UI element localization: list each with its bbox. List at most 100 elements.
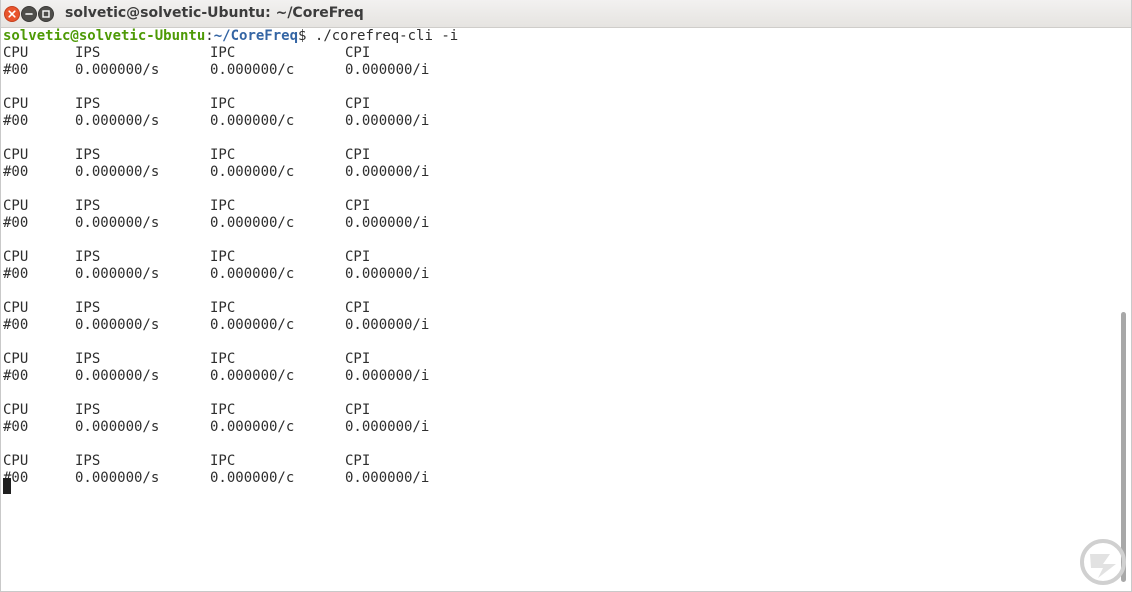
value-ips: 0.000000/s [75,368,160,384]
value-ipc: 0.000000/c [210,266,295,282]
header-row: CPU IPS IPC CPI [3,45,1115,62]
header-row: CPU IPS IPC CPI [3,300,1115,317]
output-block: CPU IPS IPC CPI #00 0.000000/s 0.000000/c 0.000… [3,45,1115,96]
header-cpi: CPI [345,453,371,469]
output-block: CPU IPS IPC CPI #00 0.000000/s 0.000000/c 0.000… [3,96,1115,147]
value-ips: 0.000000/s [75,317,160,333]
value-ips: 0.000000/s [75,62,160,78]
value-cpu: #00 [3,368,29,384]
header-cpu: CPU [3,45,29,61]
value-cpi: 0.000000/i [345,419,430,435]
header-ipc: IPC [210,351,236,367]
values-row: #00 0.000000/s 0.000000/c 0.000000/i [3,215,1115,232]
header-ipc: IPC [210,198,236,214]
values-row: #00 0.000000/s 0.000000/c 0.000000/i [3,470,1115,487]
terminal-cursor [3,478,11,494]
terminal-window: solvetic@solvetic-Ubuntu: ~/CoreFreq sol… [0,0,1132,592]
header-ips: IPS [75,300,101,316]
value-ips: 0.000000/s [75,470,160,486]
command-text: ./corefreq-cli -i [314,28,459,44]
header-ips: IPS [75,96,101,112]
header-row: CPU IPS IPC CPI [3,198,1115,215]
value-cpu: #00 [3,215,29,231]
output-block: CPU IPS IPC CPI #00 0.000000/s 0.000000/c 0.000… [3,402,1115,453]
values-row: #00 0.000000/s 0.000000/c 0.000000/i [3,164,1115,181]
value-cpu: #00 [3,164,29,180]
header-row: CPU IPS IPC CPI [3,249,1115,266]
value-ipc: 0.000000/c [210,470,295,486]
value-cpi: 0.000000/i [345,62,430,78]
window-title: solvetic@solvetic-Ubuntu: ~/CoreFreq [65,5,364,21]
header-ipc: IPC [210,96,236,112]
value-cpi: 0.000000/i [345,470,430,486]
value-ips: 0.000000/s [75,266,160,282]
value-ips: 0.000000/s [75,164,160,180]
value-cpi: 0.000000/i [345,113,430,129]
prompt-user-host: solvetic@solvetic-Ubuntu [3,28,206,44]
header-ipc: IPC [210,453,236,469]
value-ipc: 0.000000/c [210,113,295,129]
values-row: #00 0.000000/s 0.000000/c 0.000000/i [3,62,1115,79]
header-cpu: CPU [3,198,29,214]
header-ipc: IPC [210,45,236,61]
header-cpi: CPI [345,96,371,112]
title-bar[interactable]: solvetic@solvetic-Ubuntu: ~/CoreFreq [1,0,1131,28]
header-ipc: IPC [210,300,236,316]
value-ipc: 0.000000/c [210,215,295,231]
header-ips: IPS [75,249,101,265]
header-cpi: CPI [345,198,371,214]
output-block: CPU IPS IPC CPI #00 0.000000/s 0.000000/c 0.000… [3,351,1115,402]
value-cpu: #00 [3,419,29,435]
values-row: #00 0.000000/s 0.000000/c 0.000000/i [3,368,1115,385]
header-ips: IPS [75,147,101,163]
header-cpi: CPI [345,351,371,367]
header-ips: IPS [75,45,101,61]
value-cpi: 0.000000/i [345,164,430,180]
value-cpi: 0.000000/i [345,215,430,231]
header-ips: IPS [75,453,101,469]
minimize-button[interactable] [21,6,37,22]
output-block: CPU IPS IPC CPI #00 0.000000/s 0.000000/c 0.000… [3,300,1115,351]
value-cpi: 0.000000/i [345,317,430,333]
header-row: CPU IPS IPC CPI [3,147,1115,164]
value-ipc: 0.000000/c [210,368,295,384]
header-ips: IPS [75,198,101,214]
close-icon [8,10,16,18]
header-cpu: CPU [3,249,29,265]
header-cpu: CPU [3,300,29,316]
output-block: CPU IPS IPC CPI #00 0.000000/s 0.000000/c 0.000… [3,198,1115,249]
value-cpu: #00 [3,317,29,333]
header-cpi: CPI [345,45,371,61]
maximize-icon [42,10,50,18]
output-block: CPU IPS IPC CPI #00 0.000000/s 0.000000/c 0.000… [3,249,1115,300]
values-row: #00 0.000000/s 0.000000/c 0.000000/i [3,317,1115,334]
minimize-icon [25,13,33,15]
value-ips: 0.000000/s [75,419,160,435]
close-button[interactable] [4,6,20,22]
prompt-symbol: $ [298,28,315,44]
value-cpu: #00 [3,266,29,282]
header-ipc: IPC [210,147,236,163]
terminal-output[interactable]: solvetic@solvetic-Ubuntu:~/CoreFreq$ ./c… [3,28,1115,591]
prompt-colon: : [205,28,214,44]
header-row: CPU IPS IPC CPI [3,351,1115,368]
scrollbar[interactable] [1117,28,1131,591]
prompt-line: solvetic@solvetic-Ubuntu:~/CoreFreq$ ./c… [3,28,1115,45]
values-row: #00 0.000000/s 0.000000/c 0.000000/i [3,419,1115,436]
value-cpi: 0.000000/i [345,266,430,282]
header-cpu: CPU [3,402,29,418]
header-cpi: CPI [345,147,371,163]
header-row: CPU IPS IPC CPI [3,402,1115,419]
maximize-button[interactable] [38,6,54,22]
header-cpu: CPU [3,453,29,469]
values-row: #00 0.000000/s 0.000000/c 0.000000/i [3,266,1115,283]
value-ipc: 0.000000/c [210,419,295,435]
header-row: CPU IPS IPC CPI [3,453,1115,470]
header-ips: IPS [75,351,101,367]
